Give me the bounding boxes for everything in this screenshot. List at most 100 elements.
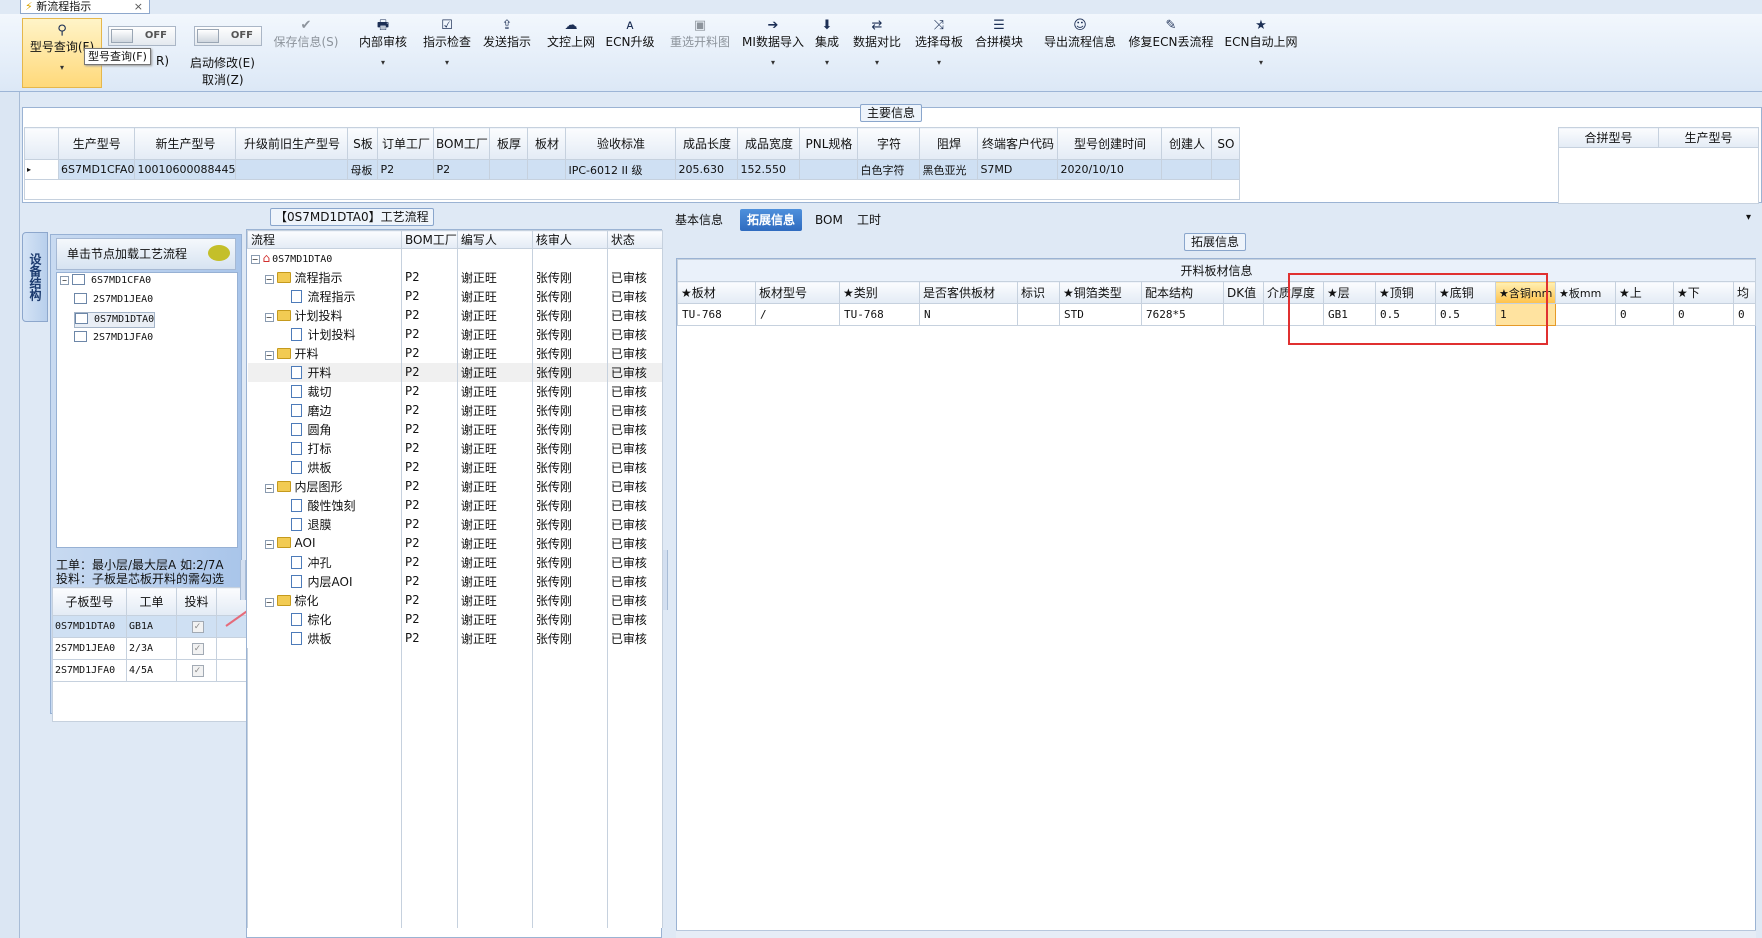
main-col-header[interactable]: 成品长度 xyxy=(675,127,739,160)
right-tab-2[interactable]: BOM xyxy=(808,209,850,231)
process-node[interactable]: 打标 xyxy=(251,441,332,456)
sub-col-header[interactable]: 子板型号 xyxy=(52,587,127,616)
chevron-down-icon[interactable]: ▾ xyxy=(1220,56,1302,70)
process-row[interactable]: − ⌂ 0S7MD1DTA0 xyxy=(247,248,663,268)
ribbon-button-7[interactable]: ➔ MI数据导入 ▾ xyxy=(736,18,810,78)
main-col-header[interactable]: 生产型号 xyxy=(57,127,136,160)
ribbon-button-5[interactable]: ᴀ ECN升级 xyxy=(602,18,658,78)
main-cell[interactable]: P2 xyxy=(433,159,491,180)
collapse-icon[interactable]: − xyxy=(264,350,274,360)
toggle-switch-1[interactable]: OFF xyxy=(108,26,176,46)
ext-col-header[interactable]: 均 xyxy=(1733,281,1756,304)
ribbon-button-9[interactable]: ⇄ 数据对比 ▾ xyxy=(846,18,908,78)
process-name-cell[interactable]: 流程指示 xyxy=(247,286,402,306)
main-col-header[interactable]: 订单工厂 xyxy=(377,127,435,160)
main-cell[interactable] xyxy=(489,159,529,180)
process-name-cell[interactable]: − 计划投料 xyxy=(247,305,402,325)
main-info-row[interactable]: ▸ 6S7MD1CFA0 10010600088445 母板 P2 P2 IPC-6012 … xyxy=(24,159,1241,180)
process-name-cell[interactable]: 酸性蚀刻 xyxy=(247,495,402,515)
collapse-icon[interactable]: − xyxy=(264,540,274,549)
chevron-down-icon[interactable]: ▾ xyxy=(416,56,478,70)
sub-board-order[interactable]: 2/3A xyxy=(126,637,177,660)
ribbon-button-4[interactable]: ☁ 文控上网 xyxy=(540,18,602,78)
main-cell[interactable] xyxy=(1161,159,1213,180)
ext-cell[interactable] xyxy=(1223,303,1264,326)
sub-board-order[interactable]: 4/5A xyxy=(126,659,177,682)
horizontal-scrollbar[interactable] xyxy=(676,930,1756,938)
ribbon-button-1[interactable]: 🖶 内部审核 ▾ xyxy=(352,18,414,78)
process-row[interactable]: 烘板 P2 谢正旺 张传刚 已审核 xyxy=(247,628,663,648)
collapse-icon[interactable]: − xyxy=(264,274,274,284)
process-name-cell[interactable]: 烘板 xyxy=(247,457,402,477)
process-name-cell[interactable]: 打标 xyxy=(247,438,402,458)
process-row[interactable]: − 流程指示 P2 谢正旺 张传刚 已审核 xyxy=(247,267,663,287)
ext-cell[interactable]: 0 xyxy=(1615,303,1674,326)
main-cell[interactable]: 152.550 xyxy=(737,159,801,180)
ext-col-header[interactable]: 板材型号 xyxy=(755,281,840,304)
close-tab-icon[interactable]: × xyxy=(134,0,143,13)
ribbon-button-6[interactable]: ▣ 重选开料图 xyxy=(660,18,740,78)
process-row[interactable]: 退膜 P2 谢正旺 张传刚 已审核 xyxy=(247,514,663,534)
main-cell[interactable]: 6S7MD1CFA0 xyxy=(57,159,136,180)
process-col-header[interactable]: 编写人 xyxy=(456,230,533,249)
ext-col-header[interactable]: ★铜箔类型 xyxy=(1059,281,1142,304)
main-cell[interactable] xyxy=(235,159,349,180)
ribbon-button-14[interactable]: ★ ECN自动上网 ▾ xyxy=(1220,18,1302,78)
main-col-header[interactable]: 升级前旧生产型号 xyxy=(235,127,349,160)
sub-board-model[interactable]: 0S7MD1DTA0 xyxy=(52,615,127,638)
main-col-header[interactable]: 新生产型号 xyxy=(134,127,237,160)
ribbon-button-8[interactable]: ⬇ 集成 ▾ xyxy=(808,18,846,78)
sub-board-feed[interactable]: ✓ xyxy=(176,659,217,682)
process-row[interactable]: 磨边 P2 谢正旺 张传刚 已审核 xyxy=(247,400,663,420)
process-node[interactable]: 烘板 xyxy=(251,460,332,475)
ext-col-header[interactable]: DK值 xyxy=(1223,281,1264,304)
sub-board-order[interactable]: GB1A xyxy=(126,615,177,638)
process-node[interactable]: 烘板 xyxy=(251,631,332,646)
process-node[interactable]: 裁切 xyxy=(251,384,332,399)
main-cell[interactable]: 2020/10/10 xyxy=(1057,159,1163,180)
process-col-header[interactable]: 状态 xyxy=(606,230,663,249)
chevron-down-icon[interactable]: ▾ xyxy=(736,56,810,70)
process-name-cell[interactable]: − AOI xyxy=(247,533,402,553)
main-col-header[interactable]: PNL规格 xyxy=(799,127,859,160)
ext-col-header[interactable]: ★板mm xyxy=(1555,281,1616,304)
start-modify-toggle[interactable]: OFF xyxy=(194,26,262,46)
ribbon-button-0[interactable]: ✔ 保存信息(S) xyxy=(268,18,344,78)
process-node[interactable]: 冲孔 xyxy=(251,555,332,570)
ext-col-header[interactable]: ★板材 xyxy=(677,281,756,304)
sub-board-feed[interactable]: ✓ xyxy=(176,637,217,660)
ribbon-button-3[interactable]: ⇪ 发送指示 xyxy=(476,18,538,78)
tree-node[interactable]: − 6S7MD1CFA0 xyxy=(60,274,151,288)
process-name-cell[interactable]: 退膜 xyxy=(247,514,402,534)
process-name-cell[interactable]: 内层AOI xyxy=(247,571,402,591)
panel-dropdown-icon[interactable]: ▾ xyxy=(1746,212,1751,223)
main-col-header[interactable]: BOM工厂 xyxy=(433,127,491,160)
process-col-header[interactable]: 核审人 xyxy=(531,230,608,249)
merge-col-header[interactable]: 合拼型号 xyxy=(1558,127,1659,148)
sub-board-feed[interactable]: ✓ xyxy=(176,615,217,638)
tree-node[interactable]: 2S7MD1JEA0 xyxy=(74,293,153,307)
process-node[interactable]: − AOI xyxy=(251,536,315,550)
process-node[interactable]: 计划投料 xyxy=(251,327,356,342)
feed-checkbox[interactable]: ✓ xyxy=(191,642,204,655)
process-row[interactable]: 冲孔 P2 谢正旺 张传刚 已审核 xyxy=(247,552,663,572)
ext-col-header[interactable]: 配本结构 xyxy=(1141,281,1224,304)
process-row[interactable]: 裁切 P2 谢正旺 张传刚 已审核 xyxy=(247,381,663,401)
main-cell[interactable]: 母板 xyxy=(347,159,379,180)
ext-col-header[interactable]: 标识 xyxy=(1017,281,1060,304)
main-col-header[interactable]: S板 xyxy=(347,127,379,160)
ext-cell[interactable]: 7628*5 xyxy=(1141,303,1224,326)
main-col-header[interactable]: 创建人 xyxy=(1161,127,1213,160)
ribbon-button-11[interactable]: ☰ 合拼模块 xyxy=(968,18,1030,78)
ext-cell[interactable] xyxy=(1555,303,1616,326)
process-row[interactable]: 烘板 P2 谢正旺 张传刚 已审核 xyxy=(247,457,663,477)
ribbon-button-2[interactable]: ☑ 指示检查 ▾ xyxy=(416,18,478,78)
collapse-icon[interactable]: − xyxy=(264,597,274,607)
material-row[interactable]: TU-768/TU-768 N STD 7628*5 GB1 0.5 0.5 1 0 0 0 xyxy=(677,303,1756,326)
process-name-cell[interactable]: 开料 xyxy=(247,362,402,382)
collapse-icon[interactable]: − xyxy=(250,255,260,265)
process-name-cell[interactable]: − 棕化 xyxy=(247,590,402,610)
process-name-cell[interactable]: − ⌂ 0S7MD1DTA0 xyxy=(247,248,402,268)
process-row[interactable]: 打标 P2 谢正旺 张传刚 已审核 xyxy=(247,438,663,458)
main-col-header[interactable]: 板材 xyxy=(527,127,567,160)
